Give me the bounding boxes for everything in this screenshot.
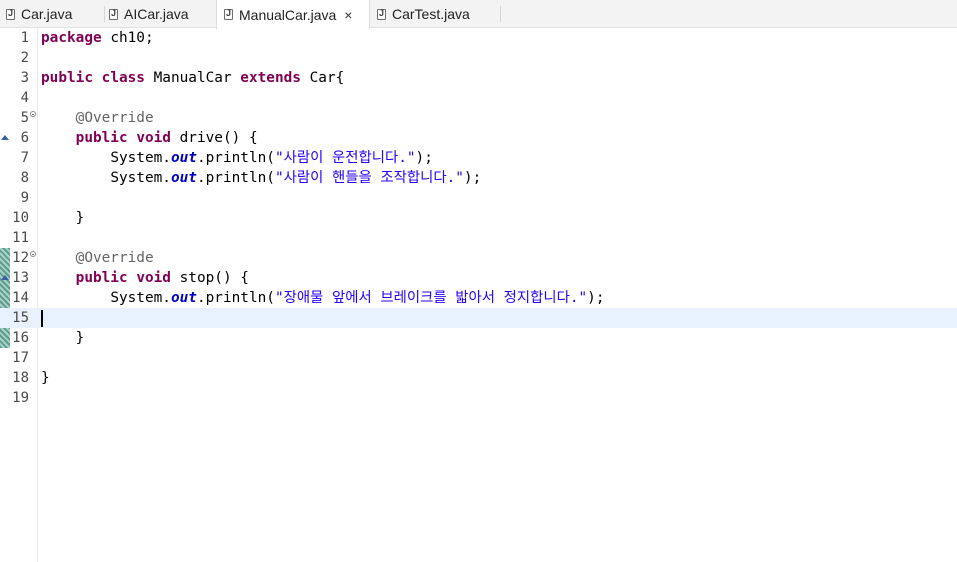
close-tab-icon[interactable]: × [344, 7, 352, 23]
current-code-line[interactable]: 15 [0, 308, 957, 328]
line-number: 8 [20, 170, 29, 186]
line-number: 11 [12, 230, 29, 246]
code-text: } [75, 210, 85, 226]
code-line[interactable]: 19 [0, 388, 957, 408]
code-text: public void stop() { [75, 270, 249, 286]
tab-label: AICar.java [124, 6, 189, 22]
code-line[interactable]: 14 System.out.println("장애물 앞에서 브레이크를 밟아서… [0, 288, 957, 308]
code-line[interactable]: 12 @Override [0, 248, 957, 268]
code-line[interactable]: 8 System.out.println("사람이 핸들을 조작합니다."); [0, 168, 957, 188]
java-file-icon [6, 8, 15, 20]
code-text: @Override [75, 250, 154, 266]
tab-aicar-java[interactable]: AICar.java [109, 0, 189, 28]
override-triangle-icon[interactable] [1, 275, 9, 280]
line-number: 12 [12, 250, 29, 266]
code-line[interactable]: 6 public void drive() { [0, 128, 957, 148]
line-number: 15 [12, 310, 29, 326]
tab-cartest-java[interactable]: CarTest.java [377, 0, 470, 28]
code-line[interactable]: 2 [0, 48, 957, 68]
java-file-icon [224, 8, 233, 20]
code-line[interactable]: 13 public void stop() { [0, 268, 957, 288]
line-number: 3 [20, 70, 29, 86]
override-triangle-icon[interactable] [1, 135, 9, 140]
line-number: 14 [12, 290, 29, 306]
code-line[interactable]: 11 [0, 228, 957, 248]
line-number: 1 [20, 30, 29, 46]
tab-separator [104, 6, 105, 22]
tab-label: CarTest.java [392, 6, 470, 22]
tab-manualcar-java[interactable]: ManualCar.java × [216, 0, 370, 29]
code-line[interactable]: 17 [0, 348, 957, 368]
tab-label: Car.java [21, 6, 73, 22]
code-line[interactable]: 5 @Override [0, 108, 957, 128]
line-number: 19 [12, 390, 29, 406]
collapse-icon[interactable] [30, 111, 36, 117]
line-number: 5 [20, 110, 29, 126]
tab-separator [500, 6, 501, 22]
line-number: 10 [12, 210, 29, 226]
code-line[interactable]: 9 [0, 188, 957, 208]
java-file-icon [377, 8, 386, 20]
code-text: } [75, 330, 85, 346]
code-text: public class ManualCar extends Car{ [41, 70, 345, 86]
tab-car-java[interactable]: Car.java [6, 0, 72, 28]
line-number: 4 [20, 90, 29, 106]
line-number: 7 [20, 150, 29, 166]
text-caret [41, 310, 43, 327]
code-line[interactable]: 18 } [0, 368, 957, 388]
code-line[interactable]: 10 } [0, 208, 957, 228]
line-number: 2 [20, 50, 29, 66]
code-line[interactable]: 3 public class ManualCar extends Car{ [0, 68, 957, 88]
line-number: 13 [12, 270, 29, 286]
line-number: 16 [12, 330, 29, 346]
java-file-icon [109, 8, 118, 20]
line-number: 18 [12, 370, 29, 386]
code-line[interactable]: 4 [0, 88, 957, 108]
collapse-icon[interactable] [30, 251, 36, 257]
line-number: 17 [12, 350, 29, 366]
code-text: System.out.println("사람이 운전합니다."); [110, 150, 433, 166]
code-text: } [41, 370, 50, 386]
code-line[interactable]: 7 System.out.println("사람이 운전합니다."); [0, 148, 957, 168]
code-text: public void drive() { [75, 130, 258, 146]
line-number: 6 [20, 130, 29, 146]
line-number: 9 [20, 190, 29, 206]
code-text: @Override [75, 110, 154, 126]
code-line[interactable]: 16 } [0, 328, 957, 348]
code-editor[interactable]: 1 package ch10; 2 3 public class ManualC… [0, 28, 957, 562]
code-text: System.out.println("사람이 핸들을 조작합니다."); [110, 170, 482, 186]
tab-label: ManualCar.java [239, 6, 337, 23]
code-text: System.out.println("장애물 앞에서 브레이크를 밟아서 정지… [110, 290, 605, 306]
code-text: package ch10; [41, 30, 154, 46]
editor-tab-bar: Car.java AICar.java ManualCar.java × Car… [0, 0, 957, 29]
code-line[interactable]: 1 package ch10; [0, 28, 957, 48]
